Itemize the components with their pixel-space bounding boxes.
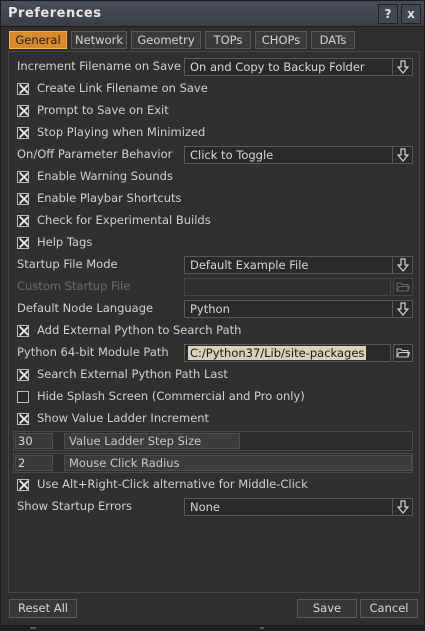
show-startup-errors-label: Show Startup Errors (17, 499, 133, 513)
increment-filename-value: On and Copy to Backup Folder (190, 60, 365, 74)
search-external-last-label: Search External Python Path Last (37, 367, 228, 381)
startup-file-mode-value: Default Example File (190, 258, 309, 272)
onoff-behavior-label: On/Off Parameter Behavior (17, 147, 173, 161)
python-module-path-field[interactable]: C:/Python37/Lib/site-packages (184, 344, 391, 362)
playbar-shortcuts-label: Enable Playbar Shortcuts (37, 191, 182, 205)
show-startup-errors-value: None (190, 500, 221, 514)
add-external-python-checkbox[interactable] (17, 325, 29, 337)
tab-tops[interactable]: TOPs (205, 31, 251, 49)
value-ladder-step-field[interactable]: 30 (15, 433, 53, 449)
add-external-python-label: Add External Python to Search Path (37, 323, 242, 337)
close-button[interactable]: x (401, 4, 421, 24)
warning-sounds-label: Enable Warning Sounds (37, 169, 173, 183)
default-node-language-menu[interactable]: Python (184, 300, 413, 318)
experimental-builds-checkbox[interactable] (17, 215, 29, 227)
create-link-filename-checkbox[interactable] (17, 83, 29, 95)
create-link-filename-label: Create Link Filename on Save (37, 81, 208, 95)
preferences-window: Preferences ? x General Network Geometry… (0, 0, 425, 626)
python-module-path-label: Python 64-bit Module Path (17, 345, 169, 359)
tab-general[interactable]: General (9, 31, 67, 49)
cancel-button[interactable]: Cancel (360, 599, 418, 618)
folder-open-icon[interactable] (393, 278, 413, 296)
increment-filename-label: Increment Filename on Save (17, 59, 182, 73)
stop-playing-checkbox[interactable] (17, 127, 29, 139)
custom-startup-file-label: Custom Startup File (17, 279, 131, 293)
startup-file-mode-label: Startup File Mode (17, 257, 118, 271)
show-startup-errors-menu[interactable]: None (184, 498, 413, 516)
save-button[interactable]: Save (297, 599, 357, 618)
tab-chops[interactable]: CHOPs (255, 31, 307, 49)
divider (30, 627, 36, 629)
help-tags-checkbox[interactable] (17, 237, 29, 249)
hide-splash-label: Hide Splash Screen (Commercial and Pro o… (37, 389, 305, 403)
value-ladder-step-row: 30 Value Ladder Step Size (13, 431, 413, 451)
prompt-to-save-label: Prompt to Save on Exit (37, 103, 169, 117)
prompt-to-save-checkbox[interactable] (17, 105, 29, 117)
help-tags-label: Help Tags (37, 235, 93, 249)
onoff-behavior-menu[interactable]: Click to Toggle (184, 146, 413, 164)
dropdown-arrow-icon[interactable] (392, 147, 412, 163)
title-bar[interactable]: Preferences ? x (1, 1, 424, 27)
mouse-click-radius-row: 2 Mouse Click Radius (13, 453, 413, 473)
hide-splash-checkbox[interactable] (17, 391, 29, 403)
background-strip (0, 626, 425, 631)
alt-right-click-label: Use Alt+Right-Click alternative for Midd… (37, 477, 308, 491)
help-button[interactable]: ? (378, 4, 398, 24)
dropdown-arrow-icon[interactable] (392, 499, 412, 515)
window-title: Preferences (8, 6, 102, 21)
tab-network[interactable]: Network (71, 31, 127, 49)
increment-filename-menu[interactable]: On and Copy to Backup Folder (184, 58, 413, 76)
show-value-ladder-checkbox[interactable] (17, 413, 29, 425)
experimental-builds-label: Check for Experimental Builds (37, 213, 211, 227)
onoff-behavior-value: Click to Toggle (190, 148, 274, 162)
default-node-language-value: Python (190, 302, 230, 316)
value-ladder-step-slider[interactable]: Value Ladder Step Size (64, 433, 240, 449)
stop-playing-label: Stop Playing when Minimized (37, 125, 206, 139)
mouse-click-radius-slider[interactable]: Mouse Click Radius (64, 455, 412, 471)
folder-open-icon[interactable] (393, 344, 413, 362)
alt-right-click-checkbox[interactable] (17, 479, 29, 491)
custom-startup-file-field[interactable] (184, 278, 391, 296)
dropdown-arrow-icon[interactable] (392, 59, 412, 75)
mouse-click-radius-field[interactable]: 2 (15, 455, 53, 471)
dropdown-arrow-icon[interactable] (392, 301, 412, 317)
tab-geometry[interactable]: Geometry (131, 31, 201, 49)
startup-file-mode-menu[interactable]: Default Example File (184, 256, 413, 274)
python-module-path-value: C:/Python37/Lib/site-packages (188, 346, 367, 360)
show-value-ladder-label: Show Value Ladder Increment (37, 411, 210, 425)
playbar-shortcuts-checkbox[interactable] (17, 193, 29, 205)
dropdown-arrow-icon[interactable] (392, 257, 412, 273)
search-external-last-checkbox[interactable] (17, 369, 29, 381)
warning-sounds-checkbox[interactable] (17, 171, 29, 183)
default-node-language-label: Default Node Language (17, 301, 154, 315)
reset-all-button[interactable]: Reset All (9, 599, 77, 618)
tab-dats[interactable]: DATs (311, 31, 355, 49)
divider (260, 627, 264, 629)
